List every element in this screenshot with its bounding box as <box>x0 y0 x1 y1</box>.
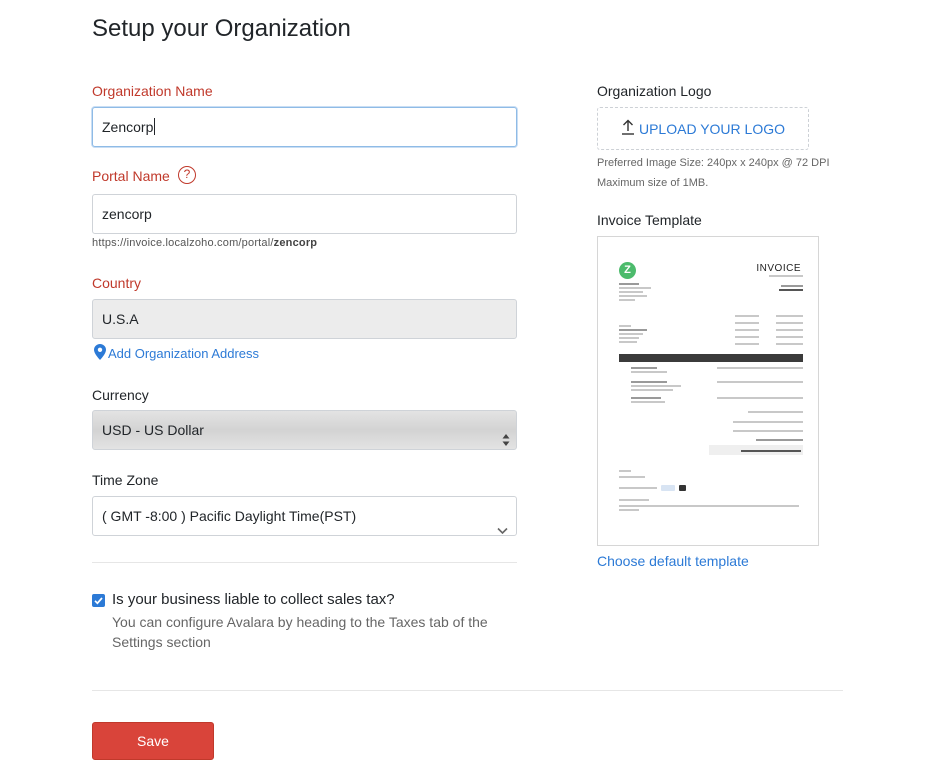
sales-tax-question: Is your business liable to collect sales… <box>112 591 395 608</box>
page-title: Setup your Organization <box>92 15 351 42</box>
image-max-hint-line: Maximum size of 1MB. <box>597 177 709 189</box>
text-cursor <box>154 118 156 135</box>
checkbox-checked-icon[interactable] <box>92 594 105 607</box>
image-size-hint-line: Preferred Image Size: 240px x 240px @ 72… <box>597 157 830 169</box>
currency-label: Currency <box>92 387 149 403</box>
map-pin-icon <box>94 344 106 363</box>
invoice-heading: INVOICE <box>756 263 801 274</box>
add-address-link[interactable]: Add Organization Address <box>94 344 259 363</box>
portal-name-label: Portal Name <box>92 168 170 184</box>
portal-url: https://invoice.localzoho.com/portal/zen… <box>92 237 317 249</box>
country-field: U.S.A <box>92 299 517 339</box>
upload-logo-button[interactable]: UPLOAD YOUR LOGO <box>597 107 809 150</box>
invoice-template-label: Invoice Template <box>597 212 702 228</box>
org-name-value: Zencorp <box>102 119 154 135</box>
add-address-label: Add Organization Address <box>108 346 260 361</box>
country-value: U.S.A <box>102 311 139 327</box>
currency-value: USD - US Dollar <box>102 422 204 438</box>
timezone-select[interactable]: ( GMT -8:00 ) Pacific Daylight Time(PST) <box>92 496 517 536</box>
org-name-label: Organization Name <box>92 83 213 99</box>
sales-tax-help: You can configure Avalara by heading to … <box>112 614 488 650</box>
invoice-miniature: Z INVOICE <box>598 237 818 545</box>
invoice-template-preview[interactable]: Z INVOICE <box>597 236 819 546</box>
choose-template-link[interactable]: Choose default template <box>597 553 749 569</box>
help-icon[interactable]: ? <box>178 166 196 184</box>
save-button[interactable]: Save <box>92 722 214 760</box>
divider-form <box>92 562 517 563</box>
image-size-hint: Preferred Image Size: 240px x 240px @ 72… <box>597 153 830 193</box>
divider-footer <box>92 690 843 691</box>
select-arrows-icon <box>502 423 510 461</box>
portal-url-slug: zencorp <box>273 237 318 249</box>
paypal-badge-icon <box>661 485 675 491</box>
portal-name-input[interactable]: zencorp <box>92 194 517 234</box>
currency-select[interactable]: USD - US Dollar <box>92 410 517 450</box>
org-name-input[interactable]: Zencorp <box>92 107 517 147</box>
country-label: Country <box>92 275 142 291</box>
upload-logo-label: UPLOAD YOUR LOGO <box>638 120 785 137</box>
upload-icon <box>621 119 635 138</box>
portal-name-value: zencorp <box>102 206 152 222</box>
org-logo-label: Organization Logo <box>597 83 712 99</box>
timezone-value: ( GMT -8:00 ) Pacific Daylight Time(PST) <box>102 508 357 524</box>
invoice-table-header <box>619 354 803 362</box>
portal-url-prefix: https://invoice.localzoho.com/portal/ <box>92 237 274 249</box>
card-badge-icon <box>679 485 686 491</box>
timezone-label: Time Zone <box>92 472 159 488</box>
invoice-logo-icon: Z <box>619 262 636 279</box>
chevron-down-icon <box>497 511 508 549</box>
